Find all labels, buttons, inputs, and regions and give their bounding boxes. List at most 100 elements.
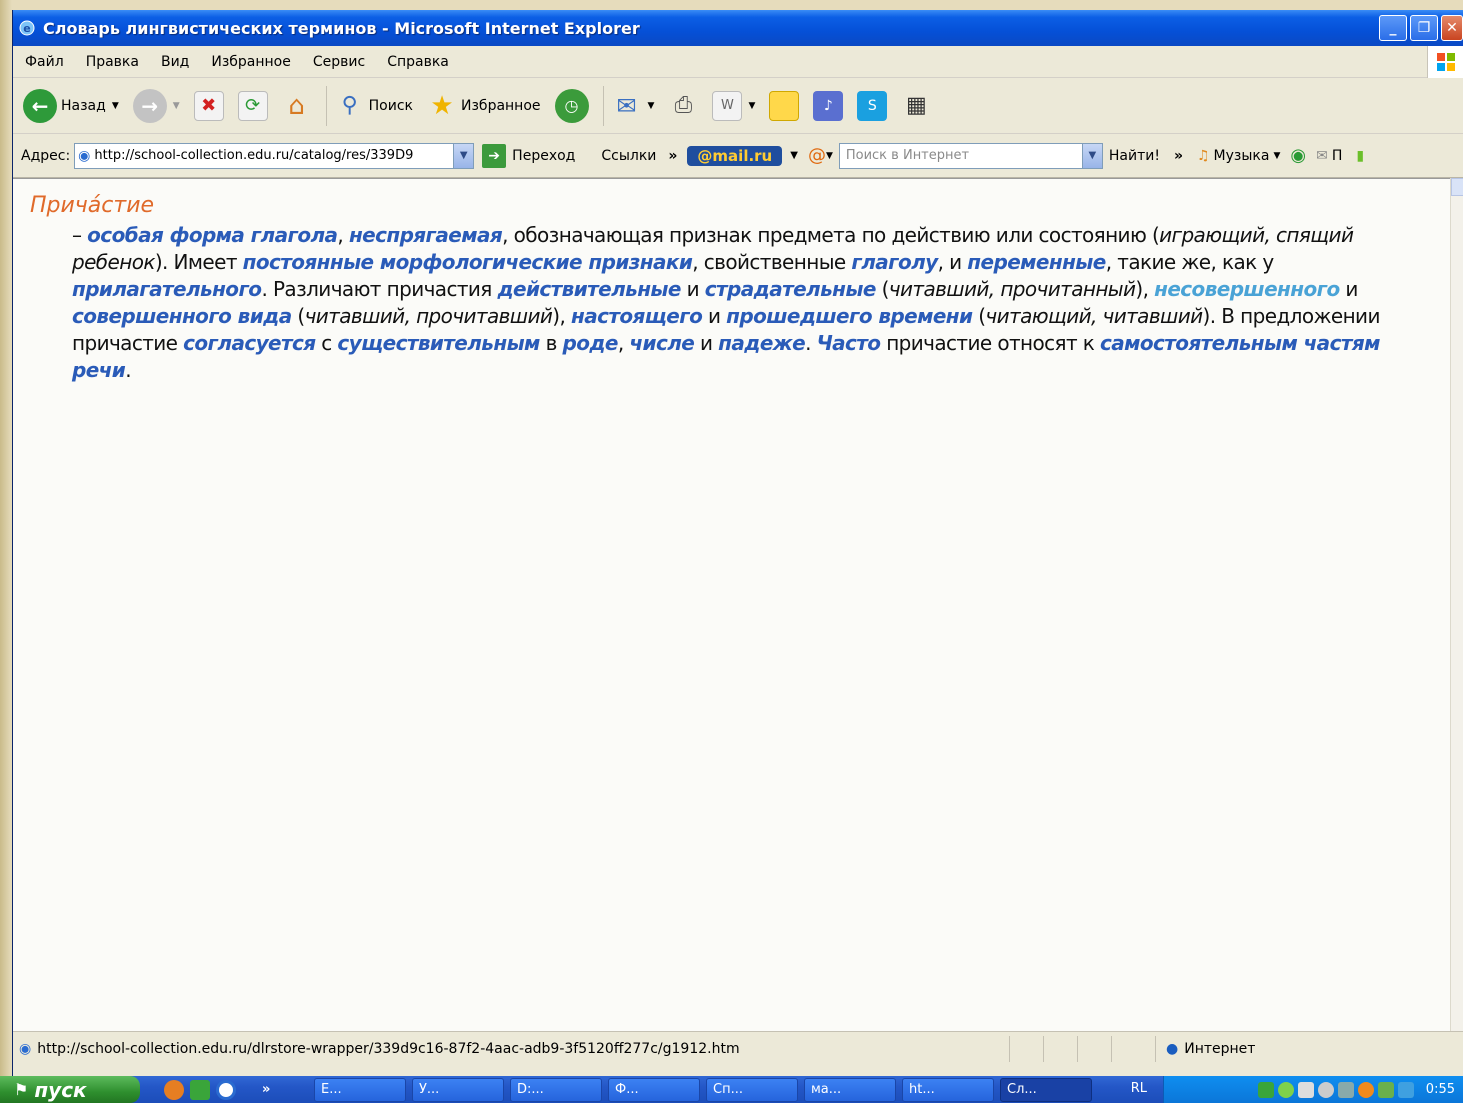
chevron-right-icon[interactable]: » — [1174, 148, 1183, 164]
edit-dropdown-icon[interactable]: ▼ — [748, 101, 755, 111]
taskbar-item-active[interactable]: Сл... — [1000, 1077, 1092, 1102]
mailru-dropdown-icon[interactable]: ▼ — [790, 150, 798, 161]
home-button[interactable]: ⌂ — [282, 91, 312, 121]
research-button[interactable]: ▦ — [901, 91, 931, 121]
term-link[interactable]: особая форма глагола — [87, 223, 338, 247]
scroll-up-icon[interactable] — [1451, 178, 1463, 196]
term-heading: Причáстие — [30, 193, 155, 218]
refresh-button[interactable]: ⟳ — [237, 90, 268, 121]
term-link-visited[interactable]: несовершенного — [1154, 277, 1340, 301]
search-engine-icon[interactable]: @ — [808, 145, 826, 166]
mailru-logo[interactable]: @mail.ru — [687, 145, 783, 166]
address-input[interactable]: ◉ http://school-collection.edu.ru/catalo… — [74, 142, 475, 169]
term-link[interactable]: числе — [629, 331, 694, 355]
quick-launch: » — [164, 1079, 314, 1100]
menu-tools[interactable]: Сервис — [313, 54, 365, 70]
messenger-button[interactable]: ♪ — [813, 90, 844, 121]
menu-view[interactable]: Вид — [161, 54, 189, 70]
media-player-icon[interactable] — [216, 1079, 236, 1100]
print-button[interactable]: ⎙ — [668, 91, 698, 121]
edit-button[interactable]: W ▼ — [712, 90, 755, 121]
term-link[interactable]: роде — [563, 331, 619, 355]
term-link[interactable]: падеже — [718, 331, 806, 355]
forward-dropdown-icon[interactable]: ▼ — [173, 101, 180, 111]
update-icon[interactable] — [1317, 1081, 1334, 1098]
skype-icon: S — [857, 90, 888, 121]
term-link[interactable]: постоянные морфологические признаки — [243, 250, 693, 274]
go-arrow-icon[interactable]: ➔ — [482, 143, 507, 168]
term-link[interactable]: прошедшего времени — [726, 304, 973, 328]
antivirus-icon[interactable] — [1277, 1081, 1294, 1098]
search-engine-dropdown-icon[interactable]: ▼ — [826, 151, 833, 161]
mail-link[interactable]: П — [1332, 148, 1343, 164]
skype-button[interactable]: S — [857, 90, 888, 121]
term-link[interactable]: настоящего — [571, 304, 703, 328]
back-button[interactable]: ← Назад ▼ — [23, 88, 119, 123]
history-button[interactable]: ◷ — [554, 88, 589, 123]
forward-button[interactable]: → ▼ — [132, 88, 180, 123]
taskbar-item[interactable]: У... — [412, 1077, 504, 1102]
stop-button[interactable]: ✖ — [193, 90, 224, 121]
links-button[interactable]: Ссылки — [601, 148, 656, 164]
menu-edit[interactable]: Правка — [86, 54, 139, 70]
menu-help[interactable]: Справка — [387, 54, 449, 70]
taskbar-item[interactable]: ht... — [902, 1077, 994, 1102]
note-icon — [769, 90, 800, 121]
page-icon: ◉ — [19, 1041, 32, 1057]
taskbar-item[interactable]: D:... — [510, 1077, 602, 1102]
mail-dropdown-icon[interactable]: ▼ — [648, 101, 655, 111]
address-url: http://school-collection.edu.ru/catalog/… — [94, 148, 414, 163]
term-link[interactable]: совершенного вида — [72, 304, 292, 328]
definition-text: ). Имеет — [154, 250, 243, 274]
windows-logo-icon — [1427, 46, 1463, 78]
term-link[interactable]: Часто — [817, 331, 881, 355]
menu-file[interactable]: Файл — [25, 54, 64, 70]
find-button[interactable]: Найти! — [1109, 148, 1160, 164]
taskbar-item[interactable]: Сп... — [706, 1077, 798, 1102]
restore-button[interactable]: ❐ — [1410, 15, 1438, 41]
agent-icon[interactable]: ◉ — [1290, 145, 1306, 166]
music-dropdown-icon[interactable]: ▼ — [1273, 151, 1280, 161]
term-link[interactable]: согласуется — [183, 331, 316, 355]
minimize-button[interactable]: _ — [1379, 15, 1407, 41]
term-link[interactable]: глаголу — [851, 250, 938, 274]
menu-favorites[interactable]: Избранное — [211, 54, 291, 70]
term-link[interactable]: действительные — [498, 277, 682, 301]
chevron-right-icon[interactable]: » — [668, 148, 677, 164]
mail-button[interactable]: ✉ ▼ — [612, 91, 655, 121]
taskbar-item[interactable]: ма... — [804, 1077, 896, 1102]
vertical-scrollbar[interactable] — [1450, 178, 1463, 1031]
term-link[interactable]: существительным — [337, 331, 540, 355]
tray-app-icon[interactable] — [1337, 1081, 1354, 1098]
msn-icon[interactable] — [190, 1079, 210, 1100]
language-indicator[interactable]: RL — [1131, 1081, 1147, 1096]
messenger-tray-icon[interactable] — [1357, 1081, 1374, 1098]
definition-text: причастие относят к — [880, 331, 1101, 355]
definition-text: . Различают причастия — [261, 277, 498, 301]
start-button[interactable]: ⚑ пуск — [0, 1076, 140, 1103]
taskbar-item[interactable]: Ф... — [608, 1077, 700, 1102]
taskbar-item[interactable]: E... — [314, 1077, 406, 1102]
search-button[interactable]: ⚲ Поиск — [335, 91, 413, 121]
music-button[interactable]: Музыка — [1214, 148, 1270, 164]
term-link[interactable]: прилагательного — [72, 277, 262, 301]
discuss-button[interactable] — [769, 90, 800, 121]
term-link[interactable]: страдательные — [705, 277, 877, 301]
firefox-icon[interactable] — [164, 1079, 184, 1100]
back-dropdown-icon[interactable]: ▼ — [112, 101, 119, 111]
volume-icon[interactable] — [1297, 1081, 1314, 1098]
term-definition: – особая форма глагола, неспрягаемая, об… — [72, 222, 1422, 384]
display-icon[interactable] — [1397, 1081, 1414, 1098]
search-dropdown-icon[interactable]: ▼ — [1081, 143, 1102, 168]
tray-app-icon[interactable] — [1377, 1081, 1394, 1098]
go-button[interactable]: Переход — [512, 148, 575, 164]
address-dropdown-icon[interactable]: ▼ — [453, 143, 474, 168]
term-link[interactable]: переменные — [967, 250, 1106, 274]
term-link[interactable]: неспрягаемая — [349, 223, 503, 247]
chevron-right-icon[interactable]: » — [262, 1082, 270, 1097]
close-button[interactable]: ✕ — [1441, 15, 1463, 41]
internet-search-input[interactable]: Поиск в Интернет ▼ — [838, 142, 1103, 169]
definition-text: , такие же, как у — [1105, 250, 1274, 274]
network-icon[interactable] — [1257, 1081, 1274, 1098]
favorites-button[interactable]: ★ Избранное — [427, 91, 540, 121]
